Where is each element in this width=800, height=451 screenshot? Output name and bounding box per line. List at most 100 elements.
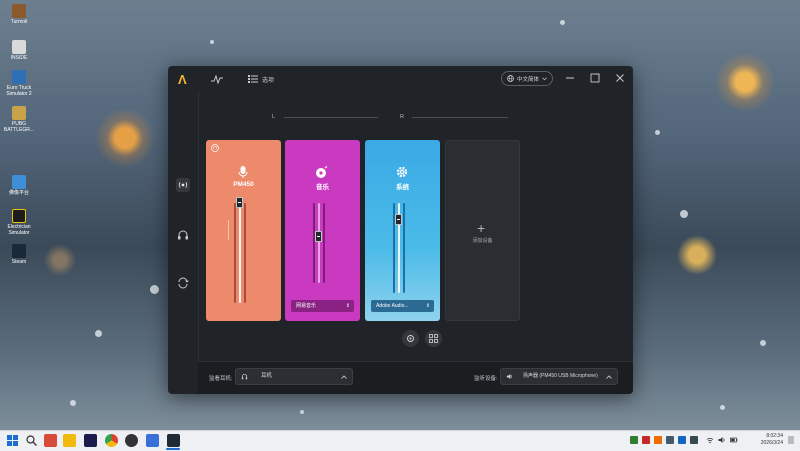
taskbar-app-icon[interactable] — [44, 434, 57, 447]
meter-ticks — [228, 220, 229, 240]
tray-icon[interactable] — [630, 436, 638, 444]
mic-settings-icon — [407, 335, 414, 342]
plus-icon: + — [477, 220, 486, 236]
taskbar: 8:02:34 2026/3/24 — [0, 430, 800, 451]
level-meter-right — [244, 203, 246, 303]
title-bar: Λ 选项 中文简体 — [168, 66, 633, 92]
snow-flake — [655, 130, 660, 135]
desktop-icon-platform[interactable]: 佛像平台 — [2, 175, 36, 196]
waveform-icon[interactable] — [210, 73, 224, 85]
desktop-icon-euro-truck[interactable]: Euro Truck Simulator 2 — [2, 70, 36, 97]
taskbar-app-icon[interactable] — [125, 434, 138, 447]
taskbar-app-icon[interactable] — [146, 434, 159, 447]
clock-time: 8:02:34 — [766, 433, 783, 439]
footer-bar: 监看耳机: 耳机 监听设备: 扬声器 (PM450 USB Microphone… — [198, 361, 633, 394]
audio-app-taskbar-icon[interactable] — [167, 434, 180, 447]
list-icon — [248, 75, 258, 83]
grid-view-button[interactable] — [425, 330, 442, 347]
monitor-headphone-select[interactable]: 耳机 — [235, 368, 353, 385]
options-menu-button[interactable]: 选项 — [248, 72, 274, 86]
desktop-icon-turmoil[interactable]: Turmoil — [2, 4, 36, 25]
headphones-icon — [241, 373, 248, 380]
desktop-icon-pubg[interactable]: PUBG BATTLEGR... — [2, 106, 36, 133]
tray-icon[interactable] — [690, 436, 698, 444]
tray-icon[interactable] — [666, 436, 674, 444]
premiere-icon[interactable] — [84, 434, 97, 447]
device-name: 系统 — [396, 184, 409, 191]
volume-track — [239, 203, 241, 303]
snow-flake — [720, 405, 725, 410]
gear-icon — [396, 166, 408, 178]
pubg-icon — [12, 106, 26, 120]
clock-date: 2026/3/24 — [760, 440, 783, 446]
level-meter-left — [234, 203, 236, 303]
battery-icon[interactable] — [730, 436, 738, 444]
snow-flake — [300, 410, 304, 414]
tray-icon[interactable] — [642, 436, 650, 444]
audio-source-select[interactable]: Adobe Audio... ⇕ — [371, 300, 434, 312]
device-name: 音乐 — [316, 184, 329, 191]
snow-flake — [680, 210, 688, 218]
add-device-card[interactable]: + 添加设备 — [445, 140, 520, 321]
audio-source-select[interactable]: 网易音乐 ⇕ — [291, 300, 354, 312]
inside-icon — [12, 40, 26, 54]
level-meter-left — [313, 203, 315, 283]
electrician-icon — [12, 209, 26, 223]
app-window: Λ 选项 中文简体 L R PM450 音乐 网易音乐 ⇕ 系统 Adobe A… — [168, 66, 633, 394]
sidebar — [168, 92, 199, 394]
volume-slider-thumb[interactable] — [395, 214, 402, 225]
device-card-music: 音乐 网易音乐 ⇕ — [285, 140, 360, 321]
search-icon[interactable] — [25, 434, 38, 447]
speaker-icon — [506, 373, 513, 380]
volume-slider-thumb[interactable] — [315, 231, 322, 242]
windows-start-icon[interactable] — [6, 434, 19, 447]
desktop-icon-electrician[interactable]: Electrician Simulator — [2, 209, 36, 236]
snow-flake — [760, 340, 766, 346]
file-explorer-icon[interactable] — [63, 434, 76, 447]
desktop-icon-inside[interactable]: INSIDE — [2, 40, 36, 61]
settings-shortcut-button[interactable] — [402, 330, 419, 347]
add-device-label: 添加设备 — [472, 238, 493, 244]
turmoil-icon — [12, 4, 26, 18]
snow-flake — [95, 330, 102, 337]
minimize-icon[interactable] — [564, 72, 576, 84]
tray-icon[interactable] — [654, 436, 662, 444]
steam-icon — [12, 244, 26, 258]
snow-flake — [150, 285, 159, 294]
monitor-headphone-label: 监看耳机: — [209, 376, 233, 382]
output-device-select[interactable]: 扬声器 (PM450 USB Microphone) — [500, 368, 618, 385]
notification-icon[interactable] — [788, 436, 794, 444]
device-name: PM450 — [233, 181, 254, 188]
snow-flake — [70, 400, 76, 406]
globe-icon — [507, 75, 514, 82]
wifi-icon[interactable] — [706, 436, 714, 444]
output-device-label: 监听设备: — [474, 376, 498, 382]
desktop-icon-steam[interactable]: Steam — [2, 244, 36, 265]
euro-truck-icon — [12, 70, 26, 84]
system-clock[interactable]: 8:02:34 2026/3/24 — [743, 433, 783, 447]
snow-flake — [210, 40, 214, 44]
sidebar-item-headphones[interactable] — [176, 228, 190, 242]
volume-track — [318, 203, 320, 283]
chevron-up-icon — [606, 375, 612, 379]
headset-monitor-icon[interactable] — [211, 144, 219, 152]
tray-icon[interactable] — [678, 436, 686, 444]
device-card-system: 系统 Adobe Audio... ⇕ — [365, 140, 440, 321]
sidebar-item-loopback[interactable] — [176, 276, 190, 290]
close-icon[interactable] — [614, 72, 626, 84]
chevron-down-icon — [542, 77, 547, 80]
left-channel-label: L — [272, 114, 276, 120]
popout-icon[interactable] — [589, 72, 601, 84]
platform-icon — [12, 175, 26, 189]
level-meter-right — [403, 203, 405, 293]
volume-slider-thumb[interactable] — [236, 197, 243, 208]
snow-flake — [560, 20, 565, 25]
sidebar-item-broadcast[interactable] — [176, 178, 190, 192]
chrome-icon[interactable] — [105, 434, 118, 447]
chevron-updown-icon: ⇕ — [345, 303, 350, 309]
right-channel-meter — [412, 117, 508, 118]
language-select[interactable]: 中文简体 — [501, 71, 553, 86]
left-channel-meter — [284, 117, 378, 118]
volume-icon[interactable] — [718, 436, 726, 444]
microphone-icon — [238, 166, 248, 178]
